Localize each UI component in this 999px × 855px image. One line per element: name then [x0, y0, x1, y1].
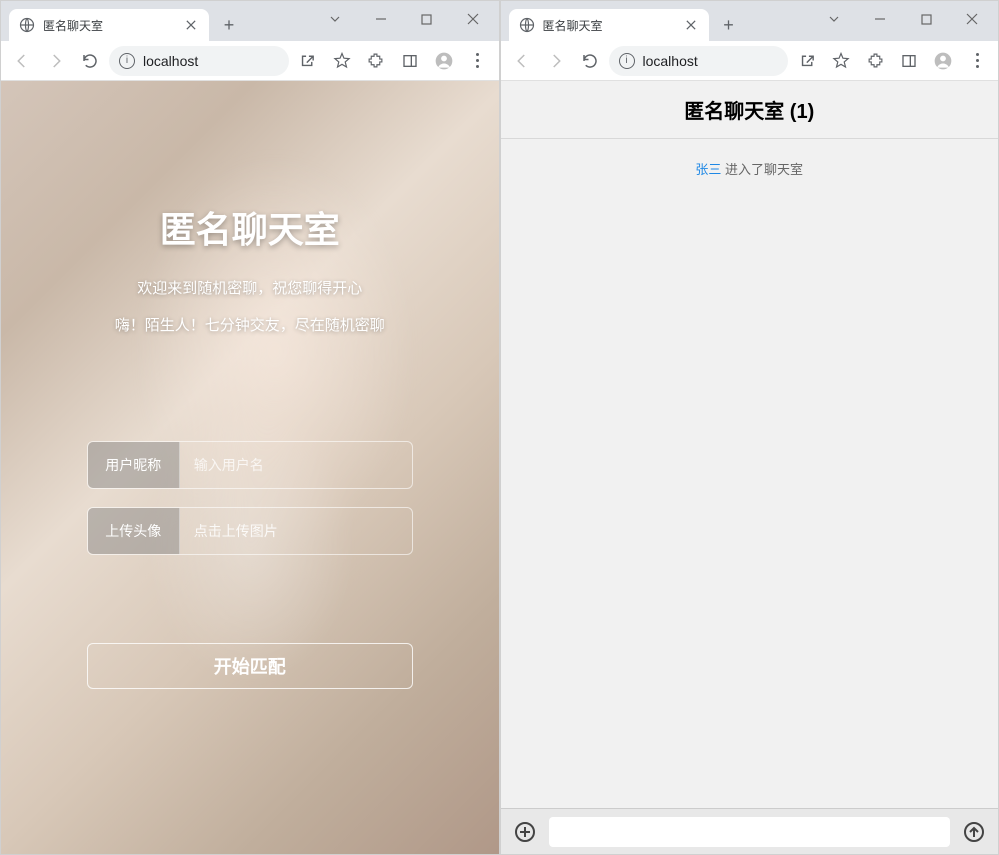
nickname-group: 用户昵称: [87, 441, 413, 489]
subtitle-1: 欢迎来到随机密聊，祝您聊得开心: [137, 277, 362, 298]
globe-icon: [519, 17, 535, 33]
forward-button[interactable]: [541, 46, 571, 76]
avatar-group[interactable]: 上传头像 点击上传图片: [87, 507, 413, 555]
forward-button[interactable]: [41, 46, 71, 76]
address-bar[interactable]: i localhost: [109, 46, 289, 76]
close-tab-icon[interactable]: [683, 17, 699, 33]
globe-icon: [19, 17, 35, 33]
address-bar[interactable]: i localhost: [609, 46, 789, 76]
new-tab-button[interactable]: +: [215, 11, 243, 39]
back-button[interactable]: [7, 46, 37, 76]
tab-title: 匿名聊天室: [543, 17, 675, 34]
minimize-icon[interactable]: [359, 5, 403, 33]
site-info-icon[interactable]: i: [619, 53, 635, 69]
star-icon[interactable]: [327, 46, 357, 76]
browser-tab[interactable]: 匿名聊天室: [9, 9, 209, 41]
maximize-icon[interactable]: [904, 5, 948, 33]
side-panel-icon[interactable]: [894, 46, 924, 76]
browser-window-right: 匿名聊天室 + i localhost 匿名聊天室 (1): [500, 0, 999, 855]
star-icon[interactable]: [826, 46, 856, 76]
minimize-icon[interactable]: [858, 5, 902, 33]
reload-button[interactable]: [575, 46, 605, 76]
page-title: 匿名聊天室: [160, 201, 340, 253]
subtitle-2: 嗨！陌生人！七分钟交友，尽在随机密聊: [115, 314, 385, 335]
menu-icon[interactable]: [962, 46, 992, 76]
avatar-upload-text: 点击上传图片: [180, 508, 412, 554]
system-message-action: 进入了聊天室: [721, 162, 803, 177]
login-page: 匿名聊天室 欢迎来到随机密聊，祝您聊得开心 嗨！陌生人！七分钟交友，尽在随机密聊…: [1, 81, 499, 854]
system-message-user: 张三: [695, 162, 721, 177]
titlebar: 匿名聊天室 +: [501, 1, 999, 41]
menu-icon[interactable]: [463, 46, 493, 76]
browser-tab[interactable]: 匿名聊天室: [509, 9, 709, 41]
chat-title: 匿名聊天室 (1): [501, 95, 999, 124]
close-window-icon[interactable]: [451, 5, 495, 33]
window-controls: [313, 1, 499, 41]
back-button[interactable]: [507, 46, 537, 76]
nickname-label: 用户昵称: [88, 442, 180, 488]
send-icon[interactable]: [960, 818, 988, 846]
toolbar: i localhost: [501, 41, 999, 81]
titlebar: 匿名聊天室 +: [1, 1, 499, 41]
url-text: localhost: [143, 53, 198, 69]
start-match-button[interactable]: 开始匹配: [87, 643, 413, 689]
close-window-icon[interactable]: [950, 5, 994, 33]
profile-icon[interactable]: [928, 46, 958, 76]
extensions-icon[interactable]: [361, 46, 391, 76]
toolbar: i localhost: [1, 41, 499, 81]
chat-page: 匿名聊天室 (1) 张三 进入了聊天室: [501, 81, 999, 854]
close-tab-icon[interactable]: [183, 17, 199, 33]
share-icon[interactable]: [792, 46, 822, 76]
chat-body: 张三 进入了聊天室: [501, 139, 999, 808]
browser-window-left: 匿名聊天室 + i localhost 匿名聊天室 欢迎来到随机: [0, 0, 500, 855]
site-info-icon[interactable]: i: [119, 53, 135, 69]
nickname-input[interactable]: [180, 442, 412, 488]
attach-icon[interactable]: [511, 818, 539, 846]
tab-title: 匿名聊天室: [43, 17, 175, 34]
profile-icon[interactable]: [429, 46, 459, 76]
url-text: localhost: [643, 53, 698, 69]
dropdown-icon[interactable]: [313, 5, 357, 33]
side-panel-icon[interactable]: [395, 46, 425, 76]
message-input[interactable]: [549, 817, 951, 847]
maximize-icon[interactable]: [405, 5, 449, 33]
window-controls: [812, 1, 998, 41]
system-message: 张三 进入了聊天室: [511, 159, 989, 178]
chat-header: 匿名聊天室 (1): [501, 81, 999, 139]
extensions-icon[interactable]: [860, 46, 890, 76]
chat-input-bar: [501, 808, 999, 854]
reload-button[interactable]: [75, 46, 105, 76]
new-tab-button[interactable]: +: [715, 11, 743, 39]
dropdown-icon[interactable]: [812, 5, 856, 33]
share-icon[interactable]: [293, 46, 323, 76]
avatar-label: 上传头像: [88, 508, 180, 554]
